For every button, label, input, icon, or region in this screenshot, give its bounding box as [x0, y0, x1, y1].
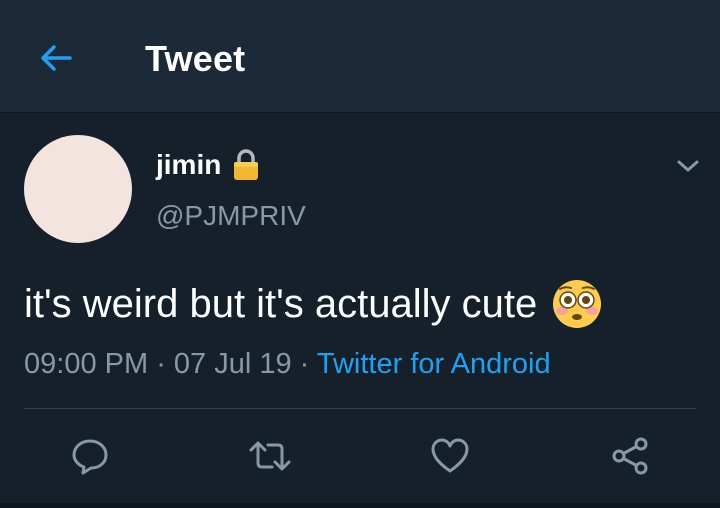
tweet-source-link[interactable]: Twitter for Android — [317, 348, 551, 380]
top-bar: Tweet — [0, 0, 720, 113]
tweet-actions — [0, 428, 720, 484]
share-button[interactable] — [606, 432, 654, 480]
meta-separator: · — [148, 348, 174, 380]
share-icon — [612, 437, 648, 475]
heart-icon — [431, 438, 469, 473]
tweet-time: 09:00 PM — [24, 348, 149, 380]
page-title: Tweet — [145, 38, 246, 79]
lock-icon — [234, 149, 259, 180]
meta-separator: · — [291, 348, 317, 380]
back-arrow-icon — [41, 45, 72, 71]
author-name[interactable]: jimin — [156, 149, 221, 181]
chevron-down-icon — [677, 160, 699, 172]
retweet-icon — [249, 441, 291, 471]
tweet-text-content: it's weird but it's actually cute — [24, 281, 538, 326]
tweet-date: 07 Jul 19 — [173, 348, 292, 380]
bottom-divider — [0, 503, 720, 508]
author-name-row: jimin — [156, 148, 261, 182]
avatar[interactable] — [24, 135, 132, 243]
tweet-text: it's weird but it's actually cute — [24, 278, 603, 330]
divider — [24, 408, 696, 409]
back-button[interactable] — [32, 34, 80, 82]
like-button[interactable] — [426, 432, 474, 480]
reply-icon — [72, 439, 108, 475]
tweet-meta: 09:00 PM · 07 Jul 19 · Twitter for Andro… — [24, 348, 551, 381]
more-options-button[interactable] — [672, 152, 704, 180]
retweet-button[interactable] — [246, 432, 294, 480]
reply-button[interactable] — [66, 432, 114, 480]
flushed-face-emoji — [553, 280, 602, 328]
author-handle[interactable]: @PJMPRIV — [156, 200, 306, 232]
